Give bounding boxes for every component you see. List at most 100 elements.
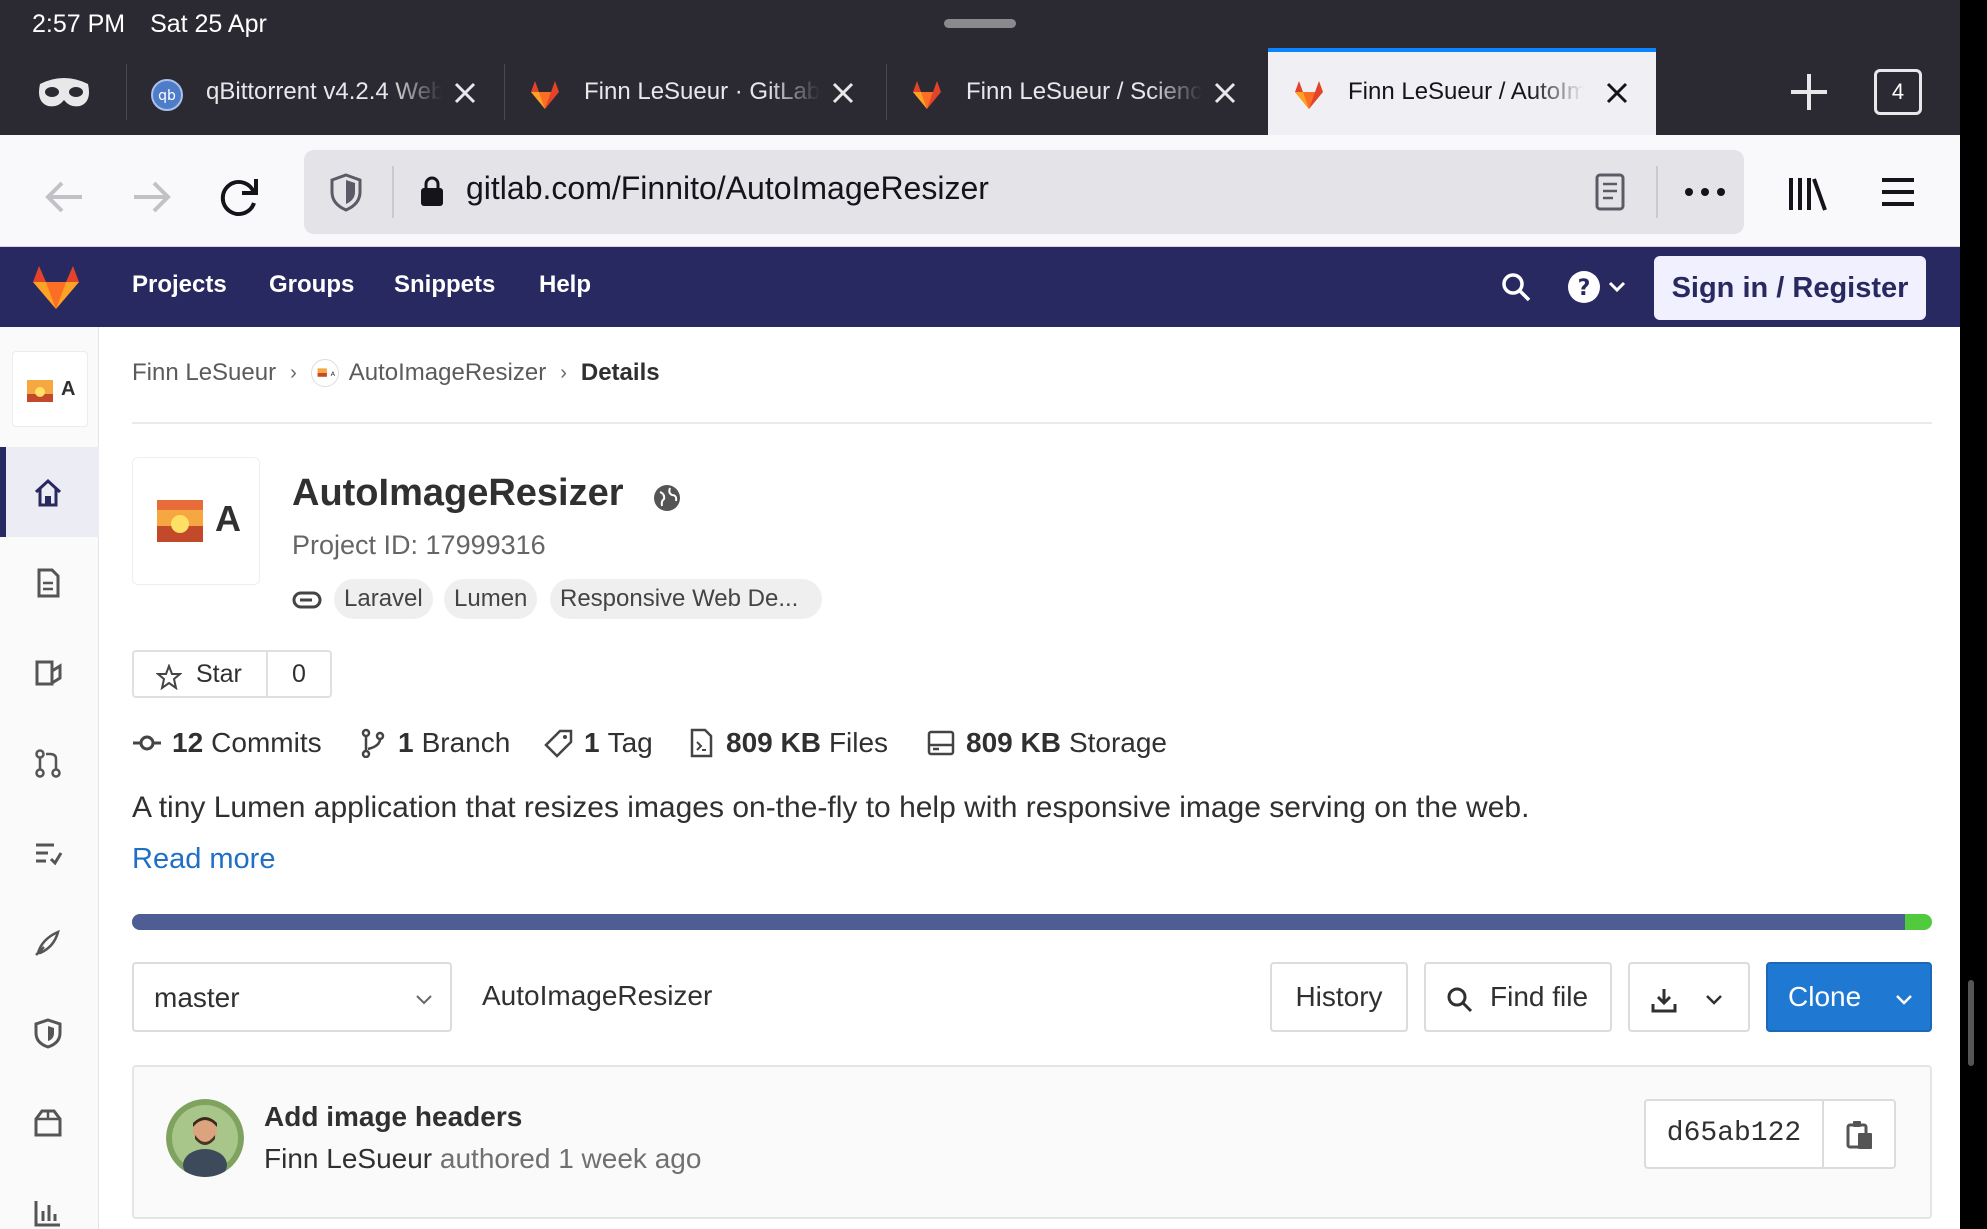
sidebar-item-project-overview[interactable] (0, 447, 99, 537)
svg-text:?: ? (1578, 276, 1591, 301)
breadcrumb-current[interactable]: Details (581, 359, 660, 387)
topic-badge[interactable]: Lumen (444, 579, 538, 619)
stat-storage[interactable]: 809 KB Storage (926, 727, 1167, 759)
help-question-icon[interactable]: ? (1566, 269, 1630, 305)
reload-icon[interactable] (214, 171, 266, 223)
tab-gitlab-science[interactable]: Finn LeSueur / Science (886, 48, 1264, 135)
copy-sha-button[interactable] (1824, 1101, 1894, 1167)
stat-commits[interactable]: 12 Commits (132, 727, 322, 759)
hamburger-menu-icon[interactable] (1878, 172, 1918, 212)
project-image-icon: A (317, 368, 335, 378)
nav-help[interactable]: Help (539, 271, 591, 299)
sidebar-item-analytics[interactable] (0, 1167, 99, 1229)
sidebar-item-merge-requests[interactable] (0, 717, 99, 807)
commit-sha[interactable]: d65ab122 (1646, 1101, 1822, 1167)
back-arrow-icon[interactable] (38, 171, 90, 223)
storage-disk-icon (927, 730, 955, 756)
author-avatar[interactable] (166, 1099, 244, 1177)
sidebar-item-repository[interactable] (0, 537, 99, 627)
reader-view-icon[interactable] (1594, 172, 1626, 212)
topic-badge[interactable]: Responsive Web De... (550, 579, 822, 619)
repository-icon (37, 568, 60, 598)
multitask-grabber[interactable] (944, 19, 1016, 28)
find-file-label: Find file (1490, 981, 1589, 1012)
sidebar-item-security[interactable] (0, 987, 99, 1077)
shield-icon (34, 1018, 62, 1049)
scrollbar[interactable] (1968, 980, 1974, 1066)
stat-files[interactable]: 809 KB Files (686, 727, 888, 759)
commit-author[interactable]: Finn LeSueur (264, 1143, 432, 1174)
sidebar-item-operations[interactable] (0, 897, 99, 987)
gitlab-icon (913, 81, 941, 109)
chevron-down-icon (1706, 995, 1722, 1005)
project-avatar-letter: A (215, 498, 241, 539)
commit-title[interactable]: Add image headers (264, 1101, 522, 1133)
svg-text:A: A (330, 370, 335, 378)
lock-icon[interactable] (418, 174, 446, 208)
status-date: Sat 25 Apr (150, 10, 267, 38)
status-bar: 2:57 PM Sat 25 Apr (32, 10, 285, 39)
tag-icon (544, 729, 573, 758)
sign-in-register-button[interactable]: Sign in / Register (1654, 256, 1926, 320)
find-file-button[interactable]: Find file (1424, 962, 1612, 1032)
breadcrumb-project[interactable]: AutoImageResizer (349, 359, 546, 387)
close-icon[interactable] (1212, 80, 1238, 106)
search-icon[interactable] (1500, 271, 1532, 303)
language-segment-primary[interactable] (132, 914, 1905, 930)
chevron-right-icon: › (290, 361, 297, 384)
tab-title: Finn LeSueur / AutoImageResizer (1348, 78, 1584, 105)
stat-branches[interactable]: 1 Branch (358, 727, 510, 759)
address-bar[interactable]: gitlab.com/Finnito/AutoImageResizer (304, 150, 1744, 234)
library-icon[interactable] (1786, 172, 1830, 216)
history-button[interactable]: History (1270, 962, 1408, 1032)
home-icon (34, 478, 62, 507)
repository-languages-bar[interactable] (132, 914, 1932, 930)
last-commit-panel: Add image headers Finn LeSueur authored … (132, 1065, 1932, 1219)
chevron-down-icon (416, 995, 432, 1005)
forward-arrow-icon[interactable] (126, 171, 178, 223)
url-text[interactable]: gitlab.com/Finnito/AutoImageResizer (466, 170, 989, 207)
close-icon[interactable] (1604, 80, 1630, 106)
close-icon[interactable] (452, 80, 478, 106)
topic-badge[interactable]: Laravel (334, 579, 433, 619)
file-icon (690, 728, 713, 758)
star-button[interactable]: Star (134, 652, 266, 696)
sidebar-item-ci-cd[interactable] (0, 807, 99, 897)
public-globe-icon (654, 485, 680, 511)
project-id: Project ID: 17999316 (292, 530, 546, 560)
download-icon (1651, 989, 1677, 1013)
star-icon (156, 664, 182, 690)
tab-gitlab-autoimageresizer[interactable]: Finn LeSueur / AutoImageResizer (1268, 48, 1656, 135)
stat-tags[interactable]: 1 Tag (544, 727, 653, 759)
project-title: AutoImageResizer (292, 472, 624, 514)
tab-count-button[interactable]: 4 (1874, 69, 1922, 115)
sidebar-item-packages[interactable] (0, 1077, 99, 1167)
tab-gitlab-profile[interactable]: Finn LeSueur · GitLab (504, 48, 882, 135)
nav-projects[interactable]: Projects (132, 271, 227, 299)
read-more-link[interactable]: Read more (132, 843, 275, 876)
gitlab-icon (531, 81, 559, 109)
commit-meta: Finn LeSueur authored 1 week ago (264, 1143, 701, 1175)
project-page: A Finn LeSueur › A AutoImageResizer › De… (0, 327, 1960, 1229)
page-actions-more-icon[interactable] (1682, 176, 1728, 208)
tab-title: Finn LeSueur / Science (966, 78, 1202, 105)
gitlab-logo-icon[interactable] (30, 263, 82, 311)
star-count[interactable]: 0 (268, 652, 330, 696)
branch-select[interactable]: master (132, 962, 452, 1032)
new-tab-plus-icon[interactable] (1787, 70, 1831, 114)
repository-path[interactable]: AutoImageResizer (482, 980, 712, 1012)
gitlab-icon (1295, 81, 1323, 109)
sidebar-project-avatar[interactable]: A (12, 351, 88, 427)
sidebar-item-issues[interactable] (0, 627, 99, 717)
nav-snippets[interactable]: Snippets (394, 271, 495, 299)
tab-qbittorrent[interactable]: qb qBittorrent v4.2.4 Web UI (126, 48, 504, 135)
breadcrumb-owner[interactable]: Finn LeSueur (132, 359, 276, 387)
commit-icon (133, 735, 161, 751)
clone-button[interactable]: Clone (1766, 962, 1932, 1032)
sidebar-project-letter: A (61, 378, 76, 400)
close-icon[interactable] (830, 80, 856, 106)
download-button[interactable] (1628, 962, 1750, 1032)
tracking-protection-shield-icon[interactable] (328, 172, 364, 212)
issues-icon (35, 660, 62, 686)
nav-groups[interactable]: Groups (269, 271, 354, 299)
